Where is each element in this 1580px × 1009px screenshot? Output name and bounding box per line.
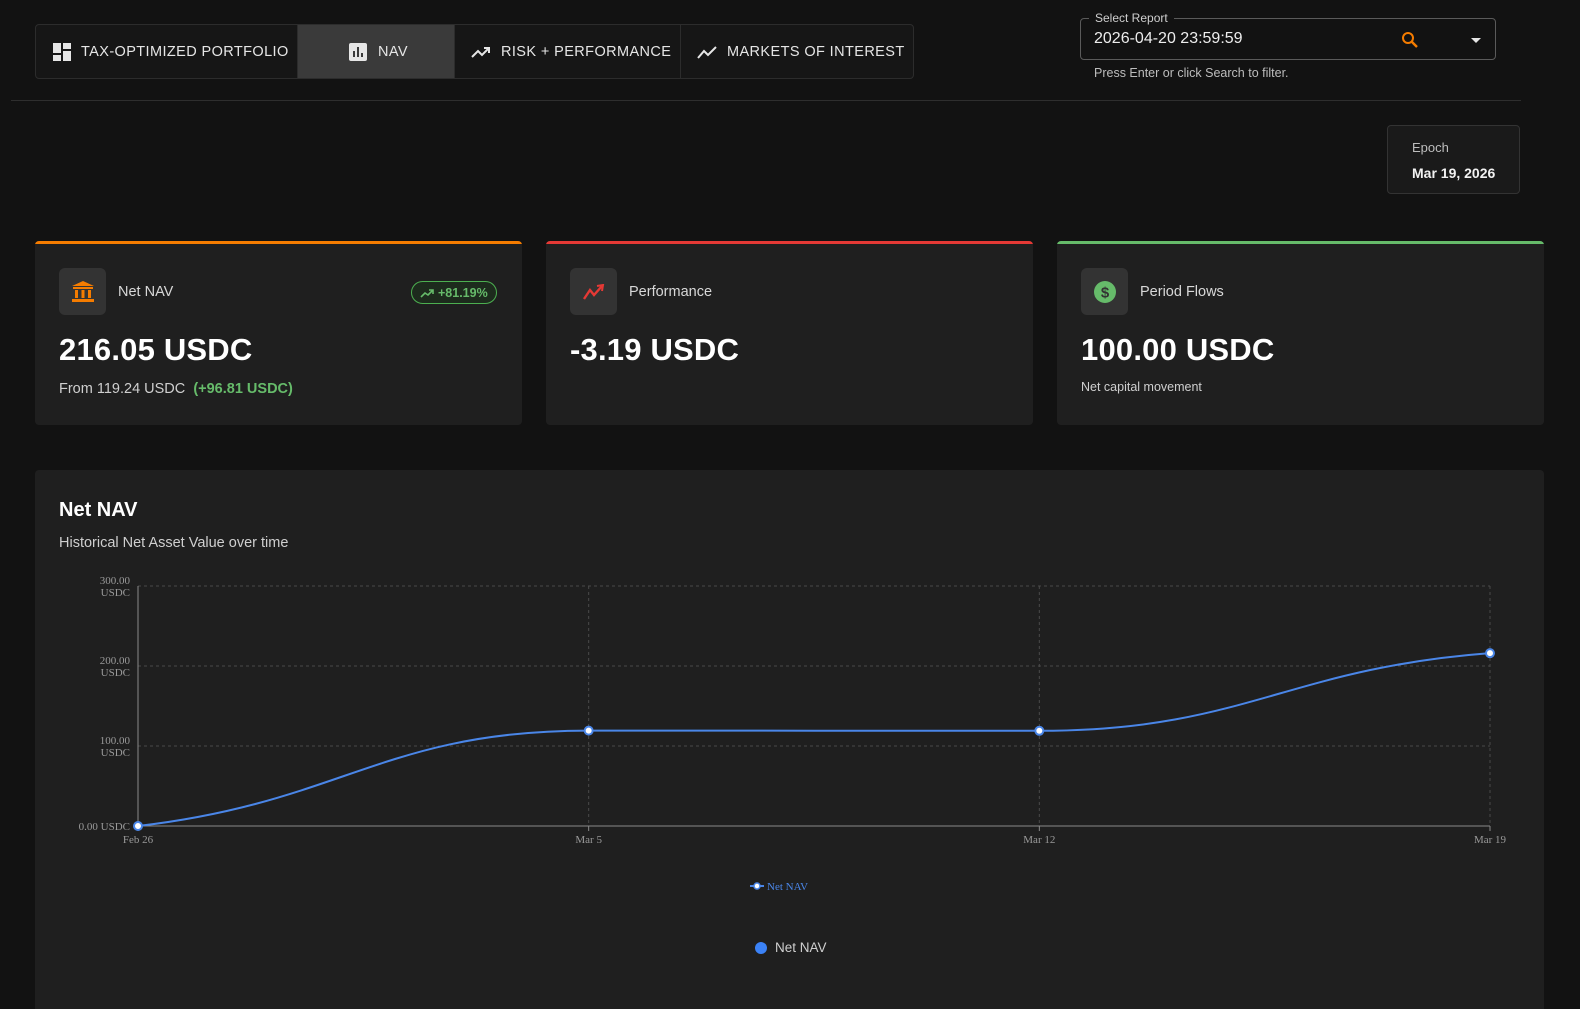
data-point — [583, 725, 594, 736]
x-tick-label: Mar 5 — [575, 834, 602, 846]
trending-up-icon — [471, 42, 491, 62]
tab-label: RISK + PERFORMANCE — [501, 43, 672, 60]
data-point — [1034, 725, 1045, 736]
bar-chart-icon — [348, 42, 368, 62]
legend-label: Net NAV — [775, 940, 827, 955]
nav-chart-card: Net NAV Historical Net Asset Value over … — [35, 470, 1544, 1009]
card-value: 216.05 USDC — [59, 332, 253, 367]
card-title: Performance — [629, 284, 713, 300]
search-icon[interactable] — [1400, 30, 1420, 50]
y-tick-label: 0.00 USDC — [79, 821, 130, 833]
period-flows-card: $ Period Flows 100.00 USDC Net capital m… — [1057, 241, 1544, 425]
net-nav-card: Net NAV +81.19% 216.05 USDC From 119.24 … — [35, 241, 522, 425]
nav-line-chart: 0.00 USDC 100.00 USDC 200.00 USDC 300.00 USDC F… — [79, 575, 1507, 893]
badge-value: +81.19% — [438, 285, 488, 300]
legend-point-swatch — [753, 882, 761, 890]
x-tick-label: Mar 12 — [1023, 834, 1055, 846]
tab-label: MARKETS OF INTEREST — [727, 43, 905, 60]
bank-icon — [59, 268, 106, 315]
card-accent-bar — [1057, 241, 1544, 244]
x-tick-label: Feb 26 — [123, 834, 154, 846]
tab-risk-performance[interactable]: RISK + PERFORMANCE — [455, 25, 681, 78]
card-subtext: From 119.24 USDC (+96.81 USDC) — [59, 381, 293, 397]
trending-up-icon — [420, 288, 434, 298]
data-point — [133, 821, 143, 831]
card-accent-bar — [546, 241, 1033, 244]
svg-text:$: $ — [1100, 284, 1109, 301]
legend-dot — [755, 941, 767, 954]
y-tick-label: 300.00 USDC — [100, 575, 131, 599]
line-chart-icon — [697, 42, 717, 62]
y-tick-label: 100.00 USDC — [100, 735, 131, 759]
card-value: 100.00 USDC — [1081, 332, 1275, 367]
card-value: -3.19 USDC — [570, 332, 740, 367]
chart-legend-bottom[interactable]: Net NAV — [755, 940, 827, 955]
legend-series-label: Net NAV — [767, 881, 808, 893]
x-tick-label: Mar 19 — [1474, 834, 1507, 846]
from-text: From 119.24 USDC — [59, 381, 186, 397]
y-tick-label: 200.00 USDC — [100, 655, 131, 679]
tab-label: NAV — [378, 43, 408, 60]
epoch-value: Mar 19, 2026 — [1412, 165, 1496, 181]
series-line-net-nav — [137, 652, 1491, 827]
tab-tax-optimized-portfolio[interactable]: TAX-OPTIMIZED PORTFOLIO — [36, 25, 298, 78]
tab-nav[interactable]: NAV — [298, 25, 455, 78]
header-divider — [11, 100, 1521, 101]
dollar-icon: $ — [1081, 268, 1128, 315]
card-subtext: Net capital movement — [1081, 380, 1202, 394]
data-point — [1485, 648, 1495, 659]
card-title: Period Flows — [1140, 284, 1224, 300]
performance-card: Performance -3.19 USDC — [546, 241, 1033, 425]
epoch-label: Epoch — [1412, 140, 1449, 155]
tab-markets-of-interest[interactable]: MARKETS OF INTEREST — [681, 25, 913, 78]
dashboard-icon — [53, 42, 71, 62]
report-select-input[interactable] — [1094, 30, 1394, 48]
report-select[interactable]: Select Report — [1080, 11, 1496, 60]
report-select-hint: Press Enter or click Search to filter. — [1094, 66, 1289, 80]
trending-down-icon — [570, 268, 617, 315]
card-title: Net NAV — [118, 284, 174, 300]
chevron-down-icon[interactable] — [1467, 31, 1485, 49]
tab-label: TAX-OPTIMIZED PORTFOLIO — [81, 43, 289, 60]
change-text: (+96.81 USDC) — [193, 381, 293, 397]
change-badge: +81.19% — [411, 281, 497, 304]
card-accent-bar — [35, 241, 522, 244]
view-tabs: TAX-OPTIMIZED PORTFOLIO NAV RISK + PERFO… — [35, 24, 914, 79]
report-select-label: Select Report — [1089, 11, 1174, 25]
epoch-box: Epoch Mar 19, 2026 — [1387, 125, 1520, 194]
